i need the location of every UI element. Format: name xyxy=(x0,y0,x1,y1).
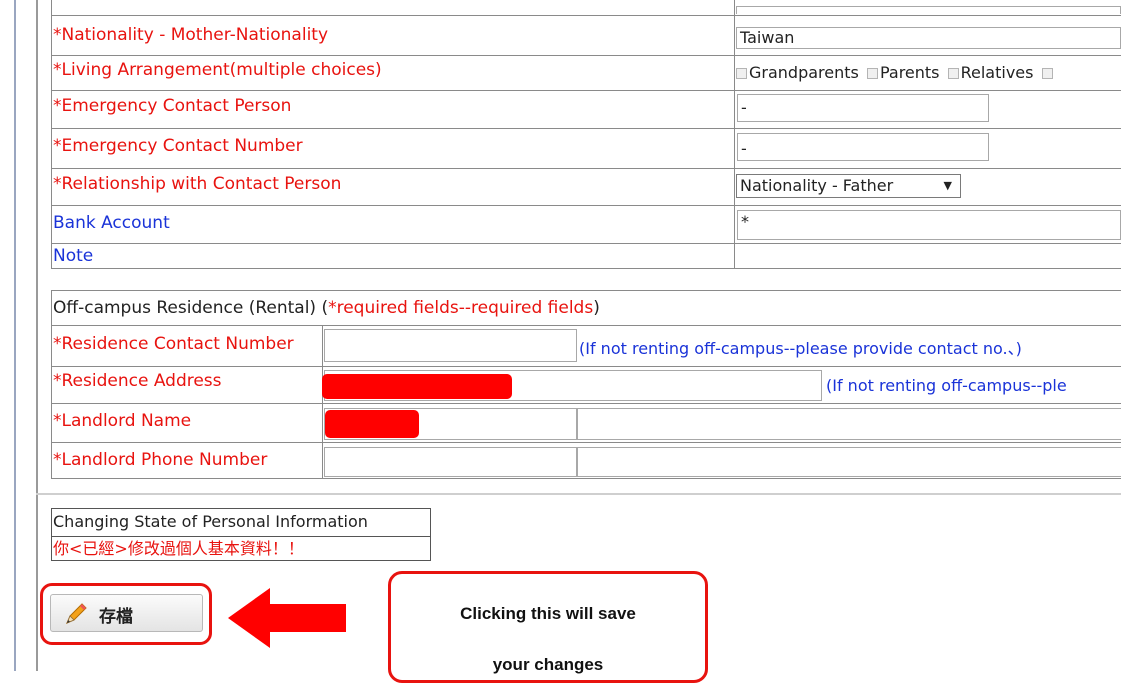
residence-header-required: *required fields--required fields xyxy=(328,298,594,318)
checkbox-label-grandparents: Grandparents xyxy=(749,63,859,82)
checkbox-more[interactable] xyxy=(1041,68,1053,79)
checkbox-label-relatives: Relatives xyxy=(960,63,1034,82)
residence-header-close: ) xyxy=(593,298,600,318)
save-button[interactable]: 存檔 xyxy=(50,594,203,632)
row-label-residence-address: *Residence Address xyxy=(53,371,222,391)
relationship-select[interactable]: Nationality - Father ▼ xyxy=(736,174,961,198)
row-label-landlord-name: *Landlord Name xyxy=(53,411,192,431)
row-label-living-arrangement: *Living Arrangement(multiple choices) xyxy=(53,60,382,80)
checkbox-grandparents[interactable] xyxy=(736,68,747,79)
annotation-line-2: your changes xyxy=(492,655,604,674)
row-label-note: Note xyxy=(53,246,94,266)
landlord-phone-input[interactable] xyxy=(324,447,577,477)
residence-address-hint: (If not renting off-campus--ple xyxy=(826,376,1067,395)
state-title: Changing State of Personal Information xyxy=(53,512,368,531)
row-label-landlord-phone: *Landlord Phone Number xyxy=(53,450,268,470)
bank-account-input[interactable]: * xyxy=(737,210,1121,240)
row-label-bank-account: Bank Account xyxy=(53,213,170,233)
landlord-name-extra-cell xyxy=(577,408,1121,440)
pencil-icon xyxy=(66,603,87,624)
residence-contact-input[interactable] xyxy=(324,329,577,362)
personal-info-state-box: Changing State of Personal Information 你… xyxy=(51,508,431,561)
chevron-down-icon: ▼ xyxy=(943,179,952,192)
mother-nationality-field[interactable]: Taiwan xyxy=(736,27,1121,49)
redaction-mark xyxy=(325,410,419,438)
window-edge-line xyxy=(14,0,16,671)
landlord-phone-extra-cell xyxy=(577,447,1121,477)
emergency-contact-number-input[interactable]: - xyxy=(737,133,989,161)
row-label-residence-contact: *Residence Contact Number xyxy=(53,334,294,354)
page-left-border xyxy=(36,0,38,671)
residence-section-header: Off-campus Residence (Rental) (*required… xyxy=(53,298,600,318)
checkbox-label-parents: Parents xyxy=(879,63,940,82)
checkbox-relatives[interactable] xyxy=(947,68,959,79)
save-button-label: 存檔 xyxy=(99,607,133,627)
row-label-mother-nationality: *Nationality - Mother-Nationality xyxy=(53,25,329,45)
row-label-emergency-contact-number: *Emergency Contact Number xyxy=(53,136,303,156)
annotation-line-1: Clicking this will save xyxy=(460,604,636,623)
redaction-mark xyxy=(322,374,512,399)
state-message: 你<已經>修改過個人基本資料！！ xyxy=(53,539,304,558)
residence-header-title: Off-campus Residence (Rental) ( xyxy=(53,298,329,318)
relationship-select-value: Nationality - Father xyxy=(740,176,894,195)
residence-contact-hint: (If not renting off-campus--please provi… xyxy=(579,339,1022,358)
arrow-left-icon xyxy=(228,588,346,648)
checkbox-parents[interactable] xyxy=(866,68,878,79)
previous-row-input[interactable] xyxy=(736,6,1121,14)
living-arrangement-checkboxes: Grandparents Parents Relatives xyxy=(736,63,1055,83)
row-label-relationship: *Relationship with Contact Person xyxy=(53,174,342,194)
emergency-contact-person-input[interactable]: - xyxy=(737,94,989,122)
row-label-emergency-contact-person: *Emergency Contact Person xyxy=(53,96,292,116)
